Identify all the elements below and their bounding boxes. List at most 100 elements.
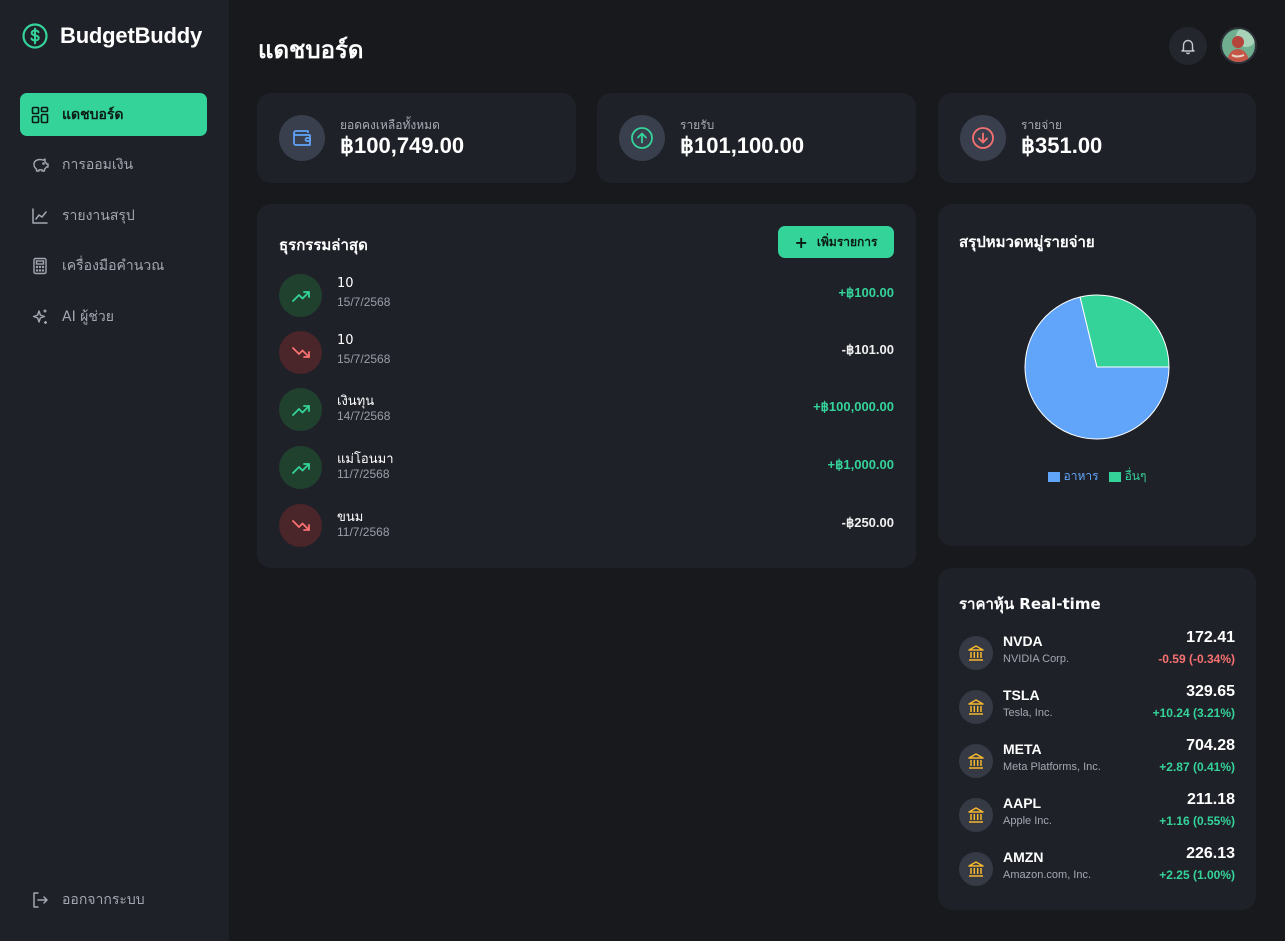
trending-up-icon xyxy=(279,388,322,431)
plus-icon: + xyxy=(794,232,808,252)
stock-row[interactable]: AMZN Amazon.com, Inc. 226.13 +2.25 (1.00… xyxy=(959,845,1235,888)
stock-price: 211.18 xyxy=(1186,791,1235,808)
transaction-name: ขนม xyxy=(337,510,364,525)
bank-icon xyxy=(959,744,993,778)
bell-icon xyxy=(1181,39,1195,55)
balance-card: ยอดคงเหลือทั้งหมด ฿100,749.00 xyxy=(257,93,576,183)
stock-symbol: META xyxy=(1003,741,1042,757)
stock-change: +2.87 (0.41%) xyxy=(1159,760,1235,774)
sidebar-item-ai-assistant[interactable]: AI ผู้ช่วย xyxy=(20,295,207,338)
transaction-row[interactable]: 10 15/7/2568 -฿101.00 xyxy=(279,331,894,374)
bank-icon xyxy=(959,636,993,670)
stock-change: +2.25 (1.00%) xyxy=(1159,868,1235,882)
legend-swatch xyxy=(1108,471,1121,482)
sidebar-item-label: แดชบอร์ด xyxy=(62,106,124,123)
transaction-name: แม่โอนมา xyxy=(337,452,394,467)
logout-label: ออกจากระบบ xyxy=(62,891,145,908)
stock-price: 172.41 xyxy=(1186,629,1235,646)
expense-category-card: สรุปหมวดหมู่รายจ่าย อาหาร อื่นๆ xyxy=(938,204,1256,546)
sidebar-item-label: รายงานสรุป xyxy=(62,207,135,224)
stocks-card: ราคาหุ้น Real-time NVDA NVIDIA Corp. 172… xyxy=(938,568,1256,910)
stock-change: +10.24 (3.21%) xyxy=(1152,706,1235,720)
logout-button[interactable]: ออกจากระบบ xyxy=(20,878,207,921)
sidebar-item-label: เครื่องมือคำนวณ xyxy=(62,258,165,274)
stock-company: Tesla, Inc. xyxy=(1003,707,1053,719)
transactions-title: ธุรกรรมล่าสุด xyxy=(279,236,368,254)
stock-price: 226.13 xyxy=(1186,845,1235,862)
stock-symbol: AAPL xyxy=(1003,795,1042,811)
bank-icon xyxy=(959,852,993,886)
stocks-title: ราคาหุ้น Real-time xyxy=(959,595,1101,613)
legend-label: อื่นๆ xyxy=(1124,469,1147,483)
sidebar-item-reports[interactable]: รายงานสรุป xyxy=(20,194,207,237)
stock-change: +1.16 (0.55%) xyxy=(1159,814,1235,828)
trending-down-icon xyxy=(279,331,322,374)
stock-symbol: AMZN xyxy=(1003,849,1044,865)
transaction-date: 15/7/2568 xyxy=(337,295,391,309)
legend-swatch xyxy=(1047,471,1060,482)
sidebar-item-calculator[interactable]: เครื่องมือคำนวณ xyxy=(20,245,207,288)
stat-value: ฿100,749.00 xyxy=(340,133,465,158)
bank-icon xyxy=(959,690,993,724)
stock-price: 329.65 xyxy=(1186,683,1235,700)
bank-icon xyxy=(959,798,993,832)
stock-company: Amazon.com, Inc. xyxy=(1003,869,1092,881)
transaction-amount: +฿1,000.00 xyxy=(827,457,894,472)
transaction-date: 11/7/2568 xyxy=(337,467,390,481)
dollar-circle-icon xyxy=(22,22,48,49)
transaction-date: 14/7/2568 xyxy=(337,409,391,423)
transaction-amount: +฿100.00 xyxy=(838,285,894,300)
add-transaction-button[interactable]: + เพิ่มรายการ xyxy=(778,226,894,258)
transaction-amount: -฿250.00 xyxy=(841,515,894,530)
legend-item[interactable]: อาหาร xyxy=(1047,467,1099,486)
stock-row[interactable]: NVDA NVIDIA Corp. 172.41 -0.59 (-0.34%) xyxy=(959,629,1235,672)
logout-icon xyxy=(31,891,49,909)
app-logo[interactable]: BudgetBuddy xyxy=(22,22,202,49)
transaction-name: เงินทุน xyxy=(337,394,375,409)
piggy-bank-icon xyxy=(31,156,49,174)
transaction-row[interactable]: 10 15/7/2568 +฿100.00 xyxy=(279,274,894,317)
avatar[interactable] xyxy=(1220,27,1257,64)
add-transaction-label: เพิ่มรายการ xyxy=(816,234,878,249)
expense-card: รายจ่าย ฿351.00 xyxy=(938,93,1256,183)
stock-symbol: NVDA xyxy=(1003,633,1043,649)
legend-item[interactable]: อื่นๆ xyxy=(1108,467,1147,486)
stock-symbol: TSLA xyxy=(1003,687,1040,703)
page-title: แดชบอร์ด xyxy=(258,36,364,64)
stock-row[interactable]: META Meta Platforms, Inc. 704.28 +2.87 (… xyxy=(959,737,1235,780)
chart-icon xyxy=(31,207,49,225)
trending-up-icon xyxy=(279,274,322,317)
transaction-row[interactable]: ขนม 11/7/2568 -฿250.00 xyxy=(279,504,894,547)
pie-chart xyxy=(1024,294,1170,440)
transaction-amount: -฿101.00 xyxy=(841,342,894,357)
transaction-row[interactable]: แม่โอนมา 11/7/2568 +฿1,000.00 xyxy=(279,446,894,489)
calculator-icon xyxy=(31,257,49,275)
sidebar-item-dashboard[interactable]: แดชบอร์ด xyxy=(20,93,207,136)
transaction-date: 15/7/2568 xyxy=(337,352,391,366)
arrow-up-circle-icon xyxy=(619,115,665,161)
profile-photo xyxy=(1222,29,1255,62)
stock-change: -0.59 (-0.34%) xyxy=(1158,652,1235,666)
transaction-name: 10 xyxy=(337,276,354,291)
arrow-down-circle-icon xyxy=(960,115,1006,161)
sidebar-item-label: การออมเงิน xyxy=(62,157,134,173)
legend-label: อาหาร xyxy=(1063,469,1099,483)
sparkles-icon xyxy=(31,308,49,326)
transaction-name: 10 xyxy=(337,333,354,348)
stock-row[interactable]: TSLA Tesla, Inc. 329.65 +10.24 (3.21%) xyxy=(959,683,1235,726)
stock-company: NVIDIA Corp. xyxy=(1003,653,1070,665)
stat-value: ฿351.00 xyxy=(1021,133,1103,158)
stock-row[interactable]: AAPL Apple Inc. 211.18 +1.16 (0.55%) xyxy=(959,791,1235,834)
wallet-icon xyxy=(279,115,325,161)
stock-price: 704.28 xyxy=(1186,737,1235,754)
chart-legend: อาหาร อื่นๆ xyxy=(938,467,1256,486)
notification-button[interactable] xyxy=(1169,27,1207,65)
transaction-date: 11/7/2568 xyxy=(337,525,390,539)
income-card: รายรับ ฿101,100.00 xyxy=(597,93,916,183)
trending-up-icon xyxy=(279,446,322,489)
sidebar-item-savings[interactable]: การออมเงิน xyxy=(20,144,207,187)
trending-down-icon xyxy=(279,504,322,547)
transaction-amount: +฿100,000.00 xyxy=(813,399,894,414)
transaction-row[interactable]: เงินทุน 14/7/2568 +฿100,000.00 xyxy=(279,388,894,431)
sidebar-nav: แดชบอร์ด การออมเงิน รายงานสรุป เครื่องมื… xyxy=(20,93,207,346)
